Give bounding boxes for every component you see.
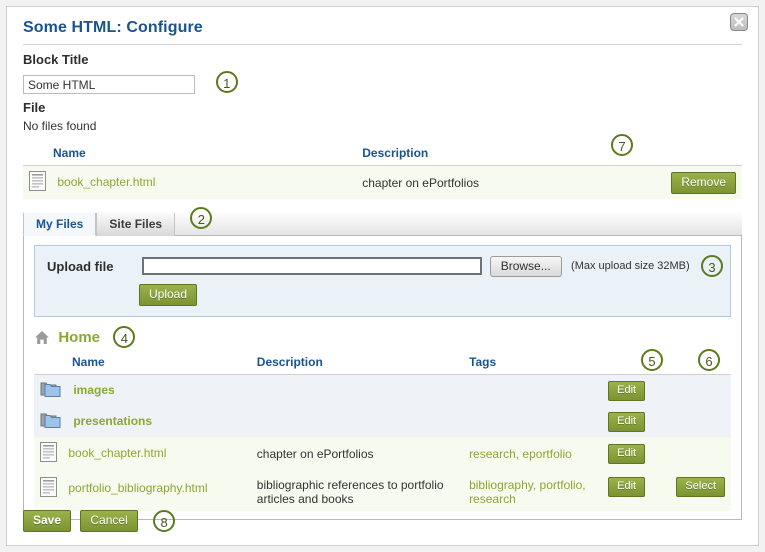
edit-button[interactable]: Edit (608, 443, 646, 464)
file-name-cell: book_chapter.html (34, 437, 251, 470)
column-header-name: Name (34, 352, 251, 376)
folder-icon (40, 411, 62, 432)
file-list-body: images Edit presentations Edit book_chap… (34, 374, 731, 512)
folder-icon (40, 380, 62, 401)
upload-box: Upload file Browse... (Max upload size 3… (34, 245, 731, 318)
configure-dialog: Some HTML: Configure Block Title 1 File … (6, 6, 759, 546)
file-name-cell: portfolio_bibliography.html (34, 470, 251, 511)
file-link[interactable]: images (73, 383, 114, 397)
badge-3: 3 (701, 255, 723, 278)
dialog-footer: Save Cancel 8 (23, 510, 176, 533)
title-divider (23, 44, 742, 45)
upload-file-input[interactable] (142, 257, 483, 276)
max-upload-size-text: (Max upload size 32MB) (571, 260, 690, 273)
selected-file-name-cell: book_chapter.html (23, 166, 356, 200)
table-header-row: Name Description Tags (34, 352, 731, 376)
remove-button[interactable]: Remove (671, 171, 736, 194)
block-title-label: Block Title (23, 52, 89, 67)
browse-button[interactable]: Browse... (489, 255, 562, 277)
file-link[interactable]: book_chapter.html (68, 446, 166, 460)
column-header-description: Description (250, 352, 464, 376)
file-source-tabs: My Files Site Files 2 (23, 207, 742, 237)
upload-submit-row: Upload (47, 284, 718, 307)
block-title-input[interactable] (23, 75, 195, 95)
breadcrumb-home[interactable]: Home (58, 329, 100, 346)
file-icon (29, 171, 46, 194)
file-tags (463, 375, 602, 407)
file-tags-link[interactable]: bibliography, portfolio, research (469, 478, 586, 506)
table-row: book_chapter.html chapter on ePortfolios… (34, 437, 731, 471)
selected-file-actions: Remove (665, 166, 742, 200)
file-edit-cell: Edit (602, 470, 670, 511)
file-name-cell: presentations (34, 406, 251, 437)
file-tags (463, 406, 602, 437)
file-description: bibliographic references to portfolio ar… (256, 478, 444, 507)
column-header-actions (665, 143, 742, 167)
file-select-cell (670, 375, 731, 407)
file-section-label: File (23, 100, 46, 116)
home-icon (34, 330, 50, 345)
file-tags-link[interactable]: research, eportfolio (469, 447, 572, 461)
column-header-name: Name (23, 143, 357, 167)
upload-button[interactable]: Upload (139, 284, 198, 307)
file-name-cell: images (34, 375, 251, 407)
upload-file-label: Upload file (47, 258, 114, 274)
file-edit-cell: Edit (602, 375, 670, 407)
edit-button[interactable]: Edit (608, 477, 646, 498)
file-icon (40, 442, 57, 465)
file-link[interactable]: presentations (73, 414, 152, 428)
selected-file-description: chapter on ePortfolios (362, 175, 479, 190)
table-header-row: Name Description (23, 143, 742, 167)
tab-my-files[interactable]: My Files (23, 213, 97, 237)
badge-8: 8 (153, 510, 176, 532)
page-title: Some HTML: Configure (23, 19, 203, 36)
file-select-cell (670, 406, 731, 437)
no-files-text: No files found (23, 119, 97, 134)
badge-2: 2 (190, 207, 213, 230)
file-description (251, 406, 463, 437)
edit-button[interactable]: Edit (608, 411, 646, 432)
edit-button[interactable]: Edit (608, 380, 646, 401)
block-title-row: 1 (23, 71, 742, 95)
table-row: book_chapter.html chapter on ePortfolios… (23, 165, 742, 200)
file-link[interactable]: portfolio_bibliography.html (68, 481, 207, 495)
file-icon (40, 477, 57, 500)
save-button[interactable]: Save (23, 510, 72, 533)
table-row: portfolio_bibliography.html bibliographi… (34, 470, 731, 512)
selected-file-table: Name Description book_chapter.html chapt… (23, 143, 742, 200)
table-row: images Edit (34, 374, 731, 407)
select-button[interactable]: Select (676, 477, 725, 498)
selected-file-link[interactable]: book_chapter.html (57, 175, 155, 189)
file-edit-cell: Edit (602, 437, 670, 470)
breadcrumb: Home 4 (34, 326, 731, 349)
file-description: chapter on ePortfolios (256, 446, 374, 461)
file-description (251, 375, 463, 407)
table-row: presentations Edit (34, 406, 731, 438)
file-select-cell (670, 437, 731, 470)
my-files-panel: Upload file Browse... (Max upload size 3… (23, 236, 742, 521)
page-background: Some HTML: Configure Block Title 1 File … (0, 0, 765, 552)
tab-site-files[interactable]: Site Files (96, 213, 176, 237)
file-edit-cell: Edit (602, 406, 670, 437)
badge-4: 4 (113, 326, 136, 349)
badge-1: 1 (215, 71, 238, 93)
column-header-tags: Tags (463, 352, 603, 376)
cancel-button[interactable]: Cancel (80, 510, 138, 533)
file-list-table: Name Description Tags images Edit presen… (34, 352, 731, 512)
file-select-cell: Select (670, 470, 731, 511)
file-tags: bibliography, portfolio, research (463, 470, 602, 511)
upload-row: Upload file Browse... (Max upload size 3… (47, 255, 723, 278)
badge-7: 7 (611, 134, 633, 156)
file-tags: research, eportfolio (463, 437, 602, 470)
